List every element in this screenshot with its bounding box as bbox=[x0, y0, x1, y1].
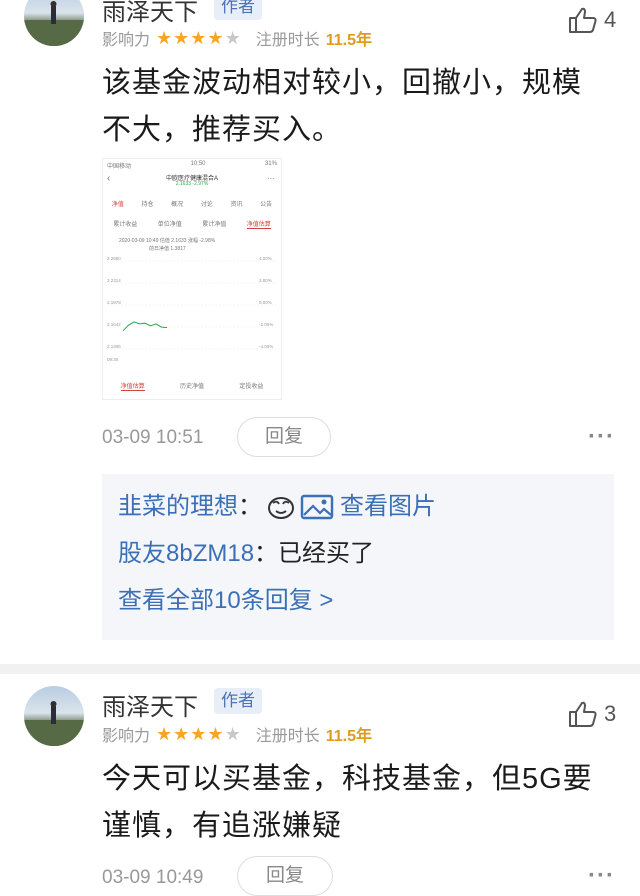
y-tick-left: 2.2314 bbox=[107, 278, 121, 283]
y-tick-right: 0.00% bbox=[259, 300, 272, 305]
reg-years: 11.5年 bbox=[325, 32, 372, 49]
reg-label: 注册时长 bbox=[255, 728, 320, 745]
influence-label: 影响力 bbox=[102, 728, 151, 745]
subtab-unit-nav: 单位净值 bbox=[157, 222, 182, 228]
subtab-estimate: 净值估算 bbox=[246, 219, 271, 229]
author-name[interactable]: 雨泽天下 bbox=[102, 687, 198, 722]
author-meta: 影响力 ★★★★★ 注册时长 11.5年 bbox=[102, 722, 372, 746]
reply-item[interactable]: 韭菜的理想 ： 查看图片 bbox=[118, 484, 436, 530]
reply-text: 已经买了 bbox=[278, 540, 375, 567]
like-button[interactable]: 4 bbox=[568, 6, 616, 34]
tab-discuss: 讨论 bbox=[200, 202, 213, 208]
y-tick-left: 2.1306 bbox=[107, 344, 121, 349]
author-meta: 影响力 ★★★★★ 注册时长 11.5年 bbox=[102, 26, 372, 50]
reg-years: 11.5年 bbox=[325, 728, 372, 745]
more-options-icon[interactable]: ··· bbox=[588, 423, 615, 451]
thumbs-up-icon bbox=[569, 7, 597, 33]
prev-nav-line: 前日净值 1.3817 bbox=[149, 246, 186, 252]
comment-time: 03-09 10:51 bbox=[102, 427, 204, 448]
x-start-label: 09:30 bbox=[107, 357, 119, 362]
view-all-replies-link[interactable]: 查看全部10条回复 > bbox=[118, 578, 333, 624]
y-tick-left: 2.1978 bbox=[107, 300, 121, 305]
y-tick-right: -2.00% bbox=[259, 322, 273, 327]
reply-user[interactable]: 韭菜的理想 bbox=[118, 484, 238, 530]
author-badge: 作者 bbox=[214, 0, 262, 20]
bottom-tabs: 净值估算 历史净值 定投收益 bbox=[103, 381, 281, 391]
fund-tabs: 净值 持仓 概况 讨论 资讯 公告 bbox=[103, 199, 281, 208]
author-name[interactable]: 雨泽天下 bbox=[102, 0, 198, 27]
tab-holdings: 持仓 bbox=[141, 202, 154, 208]
view-image-link[interactable]: 查看图片 bbox=[340, 484, 436, 530]
y-tick-right: 2.00% bbox=[259, 278, 272, 283]
tab-nav: 净值 bbox=[111, 202, 124, 208]
like-count: 4 bbox=[604, 7, 617, 32]
more-icon: ··· bbox=[267, 174, 275, 183]
reply-item[interactable]: 股友8bZM18：已经买了 bbox=[118, 531, 374, 577]
author-avatar[interactable] bbox=[24, 686, 84, 746]
like-button[interactable]: 3 bbox=[568, 700, 616, 728]
author-badge: 作者 bbox=[214, 688, 262, 714]
estimate-line: 2020-03-09 10:49 估值 2.1633 涨幅 -2.98% bbox=[119, 238, 216, 244]
influence-stars: ★★★★★ bbox=[156, 27, 242, 48]
emoji-face-icon bbox=[268, 497, 294, 519]
status-time: 10:50 bbox=[190, 161, 206, 167]
reply-user[interactable]: 股友8bZM18 bbox=[118, 540, 254, 567]
section-divider bbox=[0, 664, 640, 674]
tab-news: 资讯 bbox=[230, 202, 243, 208]
thumbs-up-icon bbox=[569, 701, 597, 727]
bottom-tab-sip: 定投收益 bbox=[239, 384, 264, 390]
reply-sep: ： bbox=[238, 493, 262, 520]
tab-overview: 概况 bbox=[171, 202, 184, 208]
nav-series-line bbox=[122, 321, 168, 332]
fund-subtabs: 累计收益 单位净值 累计净值 净值估算 bbox=[103, 219, 281, 229]
author-avatar[interactable] bbox=[24, 0, 84, 46]
more-options-icon[interactable]: ··· bbox=[588, 862, 615, 890]
fund-sub: 2.1633 -2.97% bbox=[175, 181, 209, 187]
image-icon bbox=[300, 494, 334, 520]
bottom-tab-history: 历史净值 bbox=[179, 384, 204, 390]
attached-image[interactable]: 中国移动 10:50 31% ‹ 中欧医疗健康混合A 2.1633 -2.97%… bbox=[102, 158, 282, 400]
status-carrier: 中国移动 bbox=[107, 164, 132, 170]
comment-time: 03-09 10:49 bbox=[102, 867, 204, 888]
nav-chart: 2.2650 4.00% 2.2314 2.00% 2.1978 0.00% 2.1642 -… bbox=[107, 256, 277, 362]
reply-button[interactable]: 回复 bbox=[237, 856, 333, 896]
tab-notice: 公告 bbox=[260, 202, 273, 208]
comment-content: 今天可以买基金，科技基金，但5G要谨慎，有追涨嫌疑 bbox=[102, 763, 593, 842]
subtab-cum-nav: 累计净值 bbox=[202, 222, 227, 228]
y-tick-left: 2.2650 bbox=[107, 256, 121, 261]
reply-sep: ： bbox=[254, 540, 279, 567]
reg-label: 注册时长 bbox=[255, 32, 320, 49]
subtab-cum-return: 累计收益 bbox=[113, 222, 138, 228]
bottom-tab-estimate: 净值估算 bbox=[120, 381, 145, 391]
influence-stars: ★★★★★ bbox=[156, 723, 242, 744]
comment-content: 该基金波动相对较小，回撤小，规模不大，推荐买入。 bbox=[102, 67, 583, 146]
like-count: 3 bbox=[604, 701, 617, 726]
influence-label: 影响力 bbox=[102, 32, 151, 49]
status-battery: 31% bbox=[264, 161, 277, 167]
reply-button[interactable]: 回复 bbox=[237, 417, 331, 457]
y-tick-left: 2.1642 bbox=[107, 322, 121, 327]
y-tick-right: 4.00% bbox=[259, 256, 272, 261]
y-tick-right: -4.00% bbox=[259, 344, 273, 349]
